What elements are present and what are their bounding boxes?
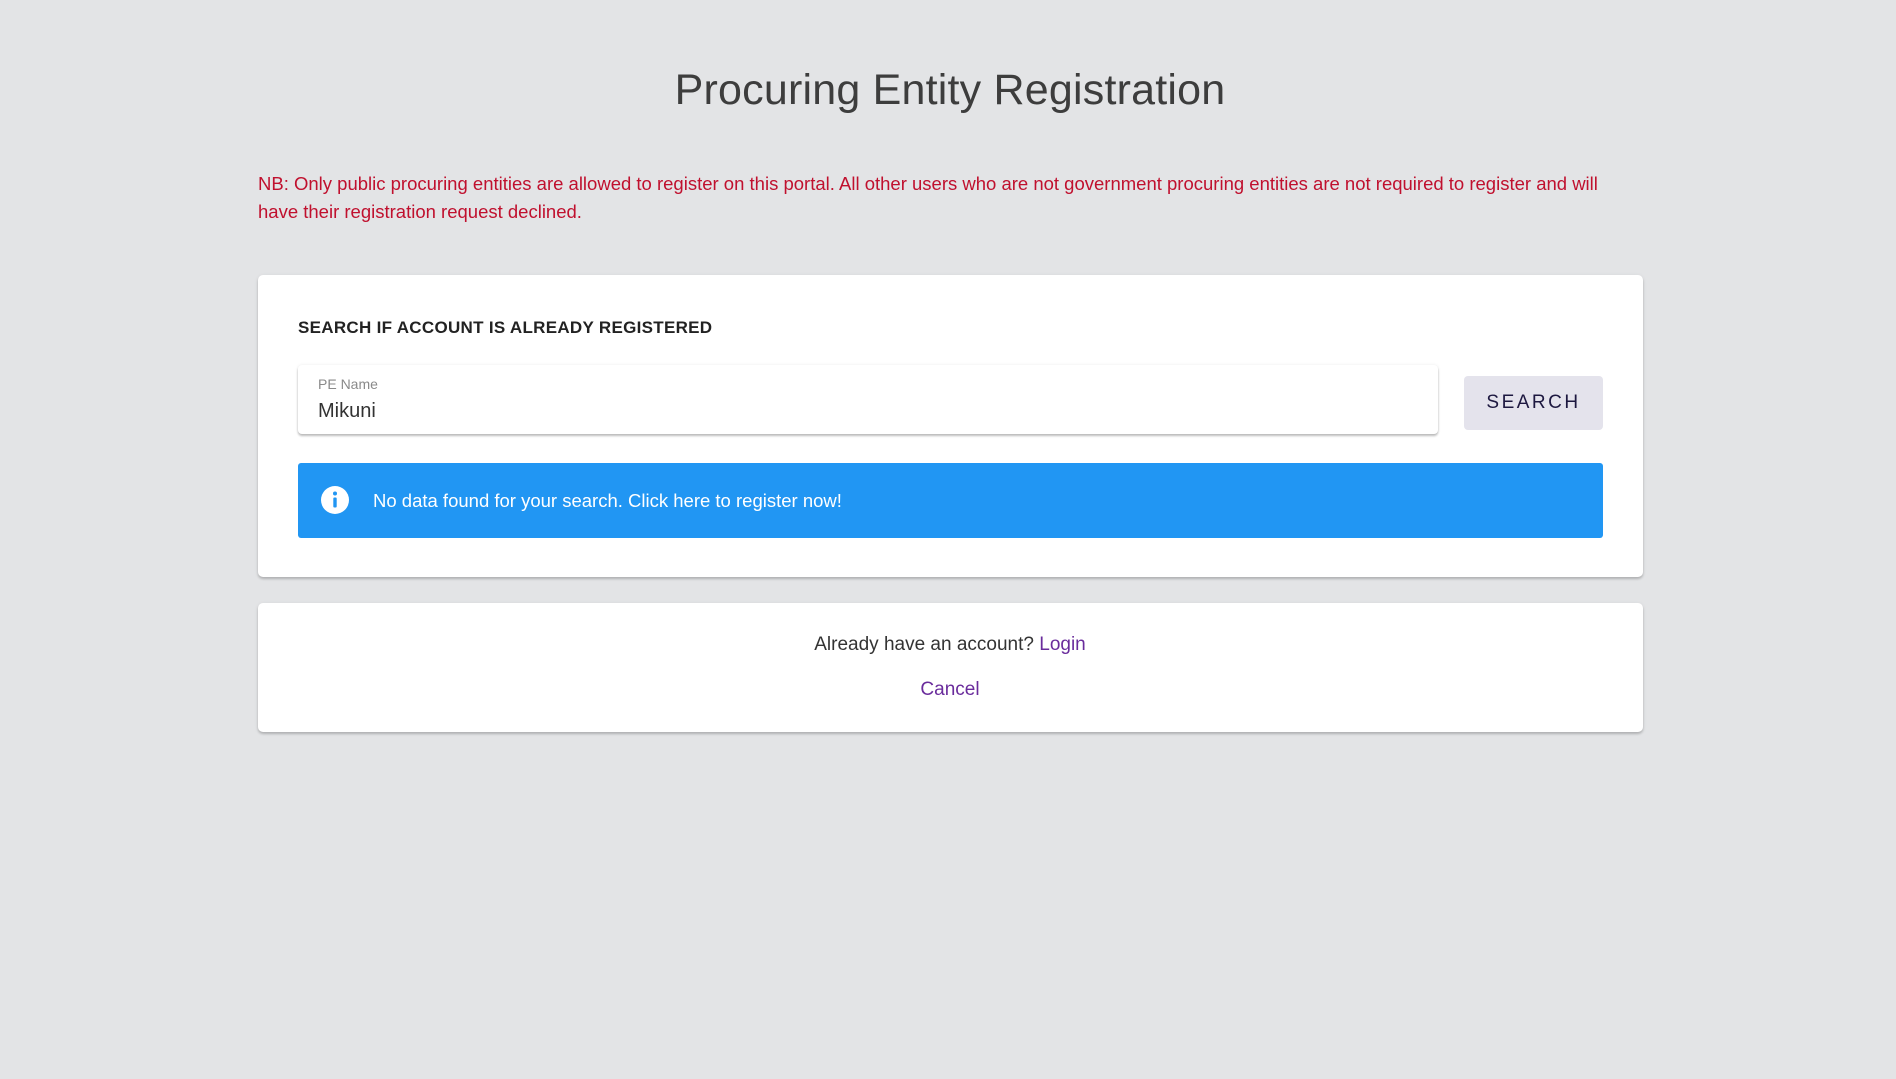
no-results-message: No data found for your search. Click her… xyxy=(373,490,842,511)
search-section-heading: SEARCH IF ACCOUNT IS ALREADY REGISTERED xyxy=(298,318,713,337)
eligibility-notice: NB: Only public procuring entities are a… xyxy=(258,173,1598,222)
cancel-row: Cancel xyxy=(0,679,1896,701)
registration-page: Procuring Entity Registration NB: Only p… xyxy=(0,0,1896,1079)
pe-name-field[interactable]: PE Name xyxy=(298,365,1438,434)
info-icon xyxy=(321,486,349,514)
cancel-link[interactable]: Cancel xyxy=(920,679,979,700)
account-card xyxy=(258,603,1643,732)
login-link[interactable]: Login xyxy=(1039,634,1086,655)
pe-name-label: PE Name xyxy=(318,376,378,392)
login-prompt-text: Already have an account? xyxy=(814,634,1034,655)
login-prompt-row: Already have an account? Login xyxy=(0,634,1896,656)
no-results-alert[interactable]: No data found for your search. Click her… xyxy=(298,463,1603,538)
page-title: Procuring Entity Registration xyxy=(674,66,1226,114)
pe-name-input[interactable] xyxy=(316,398,1420,425)
search-button[interactable]: SEARCH xyxy=(1464,376,1603,430)
